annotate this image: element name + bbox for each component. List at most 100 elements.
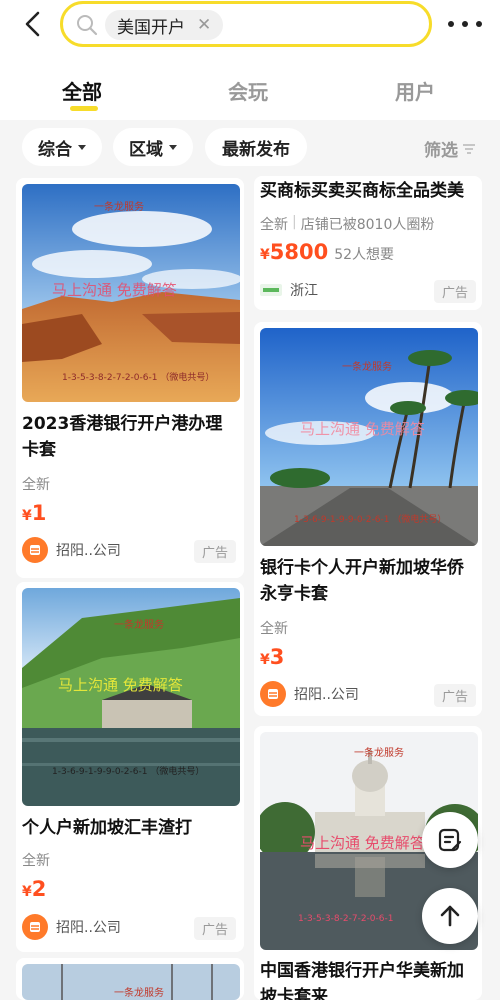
seller-info[interactable]: 招阳..公司 xyxy=(260,681,359,707)
overlay-contact-text: 马上沟通 免费解答 xyxy=(300,834,425,852)
latest-filter[interactable]: 最新发布 xyxy=(205,128,307,166)
overlay-service-text: 一条龙服务 xyxy=(354,748,404,759)
product-card[interactable]: 一条龙服务 xyxy=(16,958,244,1000)
arrow-up-icon xyxy=(440,905,460,927)
price-symbol: ¥ xyxy=(22,884,32,900)
overlay-phone-text: 1-3-6-9-1-9-9-0-2-6-1 （微电共号） xyxy=(294,515,447,525)
screen-filter-button[interactable]: 筛选 xyxy=(424,136,476,161)
more-dot-icon xyxy=(462,21,468,27)
back-to-top-button[interactable] xyxy=(422,888,478,944)
latest-filter-label: 最新发布 xyxy=(222,139,290,160)
seller-name: 招阳..公司 xyxy=(294,687,359,703)
product-title-line2: 卡套 xyxy=(22,440,56,460)
overlay-phone-text: 1-3-6-9-1-9-9-0-2-6-1 （微电共号） xyxy=(52,767,205,777)
search-query-chip[interactable]: 美国开户 ✕ xyxy=(105,10,224,40)
product-title: 中国香港银行开户华美新加 坡卡套来 xyxy=(260,958,482,1000)
ad-badge: 广告 xyxy=(434,684,477,707)
seller-name: 招阳..公司 xyxy=(56,543,121,559)
price-value: 2 xyxy=(31,877,47,901)
product-card[interactable]: 一条龙服务 马上沟通 免费解答 1-3-6-9-1-9-9-0-2-6-1 （微… xyxy=(16,582,244,952)
product-title: 买商标买卖买商标全品类美 xyxy=(260,181,464,201)
overlay-service-text: 一条龙服务 xyxy=(94,202,144,213)
product-title: 银行卡个人开户新加坡华侨 永亨卡套 xyxy=(260,555,482,607)
overlay-service-text: 一条龙服务 xyxy=(342,362,392,373)
price-symbol: ¥ xyxy=(260,652,270,668)
filter-icon xyxy=(463,143,475,154)
price-value: 1 xyxy=(31,501,47,525)
caret-down-icon xyxy=(169,144,177,150)
seller-avatar-icon xyxy=(260,681,286,707)
price-symbol: ¥ xyxy=(22,508,32,524)
seller-info[interactable]: 招阳..公司 xyxy=(22,914,121,940)
price-value: 3 xyxy=(269,645,285,669)
store-followers-text: 店铺已被8010人圈粉 xyxy=(300,217,435,233)
product-price: ¥1 xyxy=(22,501,46,525)
category-tabs: 全部 会玩 用户 xyxy=(0,52,500,120)
product-image: 一条龙服务 马上沟通 免费解答 1-3-5-3-8-2-7-2-0-6-1 （微… xyxy=(22,184,240,402)
overlay-service-text: 一条龙服务 xyxy=(114,988,164,999)
caret-down-icon xyxy=(78,144,86,150)
product-image: 一条龙服务 xyxy=(22,964,240,1000)
product-card[interactable]: 买商标买卖买商标全品类美 全新 | 店铺已被8010人圈粉 ¥5800 52人想… xyxy=(254,176,482,310)
product-title-line1: 2023香港银行开户港办理 xyxy=(22,414,223,434)
overlay-service-text: 一条龙服务 xyxy=(114,620,164,631)
seller-info[interactable]: 招阳..公司 xyxy=(22,537,121,563)
tab-all[interactable]: 全部 xyxy=(62,76,102,105)
product-image: 一条龙服务 马上沟通 免费解答 1-3-6-9-1-9-9-0-2-6-1 （微… xyxy=(260,328,478,546)
price-value: 5800 xyxy=(269,240,329,264)
overlay-contact-text: 马上沟通 免费解答 xyxy=(52,281,177,299)
product-title-line1: 中国香港银行开户华美新加 xyxy=(260,961,464,981)
tab-users[interactable]: 用户 xyxy=(395,76,435,105)
more-dot-icon xyxy=(448,21,454,27)
product-title: 2023香港银行开户港办理 卡套 xyxy=(22,411,240,463)
product-title-line1: 银行卡个人开户新加坡华侨 xyxy=(260,558,464,578)
product-price: ¥5800 52人想要 xyxy=(260,240,394,264)
filter-bar: 综合 区域 最新发布 筛选 xyxy=(0,120,500,176)
meta-divider: | xyxy=(292,214,297,230)
overlay-phone-text: 1-3-5-3-8-2-7-2-0-6-1 xyxy=(298,914,394,924)
search-input[interactable]: 美国开户 ✕ xyxy=(60,1,432,47)
more-dot-icon xyxy=(476,21,482,27)
product-card[interactable]: 一条龙服务 马上沟通 免费解答 1-3-5-3-8-2-7-2-0-6-1 （微… xyxy=(16,178,244,578)
seller-avatar-icon xyxy=(22,914,48,940)
product-condition: 全新 xyxy=(22,477,50,493)
ad-badge: 广告 xyxy=(434,280,477,303)
search-icon xyxy=(77,15,98,36)
region-filter-label: 区域 xyxy=(129,139,163,160)
overlay-contact-text: 马上沟通 免费解答 xyxy=(300,420,425,438)
seller-avatar-icon xyxy=(22,537,48,563)
post-button[interactable] xyxy=(422,812,478,868)
sort-filter[interactable]: 综合 xyxy=(22,128,102,166)
overlay-phone-text: 1-3-5-3-8-2-7-2-0-6-1 （微电共号） xyxy=(62,373,215,383)
tab-play[interactable]: 会玩 xyxy=(228,76,268,105)
seller-location: 浙江 xyxy=(260,280,318,300)
overlay-contact-text: 马上沟通 免费解答 xyxy=(58,676,183,694)
ad-badge: 广告 xyxy=(194,540,237,563)
product-condition: 全新 xyxy=(22,853,50,869)
sort-filter-label: 综合 xyxy=(38,139,72,160)
top-bar: 美国开户 ✕ xyxy=(0,0,500,52)
product-title-line2: 永亨卡套 xyxy=(260,584,328,604)
back-arrow-icon xyxy=(25,11,40,37)
screen-filter-label: 筛选 xyxy=(424,141,458,161)
product-price: ¥2 xyxy=(22,877,46,901)
product-title-line2: 坡卡套来 xyxy=(260,987,328,1000)
product-price: ¥3 xyxy=(260,645,284,669)
store-logo-icon xyxy=(260,284,282,296)
search-query-text: 美国开户 xyxy=(117,17,185,38)
product-title: 个人户新加坡汇丰渣打 xyxy=(22,818,192,838)
product-condition: 全新 xyxy=(260,621,288,637)
back-button[interactable] xyxy=(18,9,48,39)
clear-icon[interactable]: ✕ xyxy=(197,16,211,34)
price-symbol: ¥ xyxy=(260,247,270,263)
region-filter[interactable]: 区域 xyxy=(113,128,193,166)
product-meta: 全新 | 店铺已被8010人圈粉 xyxy=(260,214,434,234)
wants-count: 52人想要 xyxy=(334,247,395,263)
active-tab-indicator xyxy=(70,106,98,111)
more-options-button[interactable] xyxy=(448,14,482,34)
product-condition: 全新 xyxy=(260,217,288,233)
location-text: 浙江 xyxy=(290,283,318,299)
ad-badge: 广告 xyxy=(194,917,237,940)
product-card[interactable]: 一条龙服务 马上沟通 免费解答 1-3-6-9-1-9-9-0-2-6-1 （微… xyxy=(254,322,482,716)
product-image: 一条龙服务 马上沟通 免费解答 1-3-6-9-1-9-9-0-2-6-1 （微… xyxy=(22,588,240,806)
